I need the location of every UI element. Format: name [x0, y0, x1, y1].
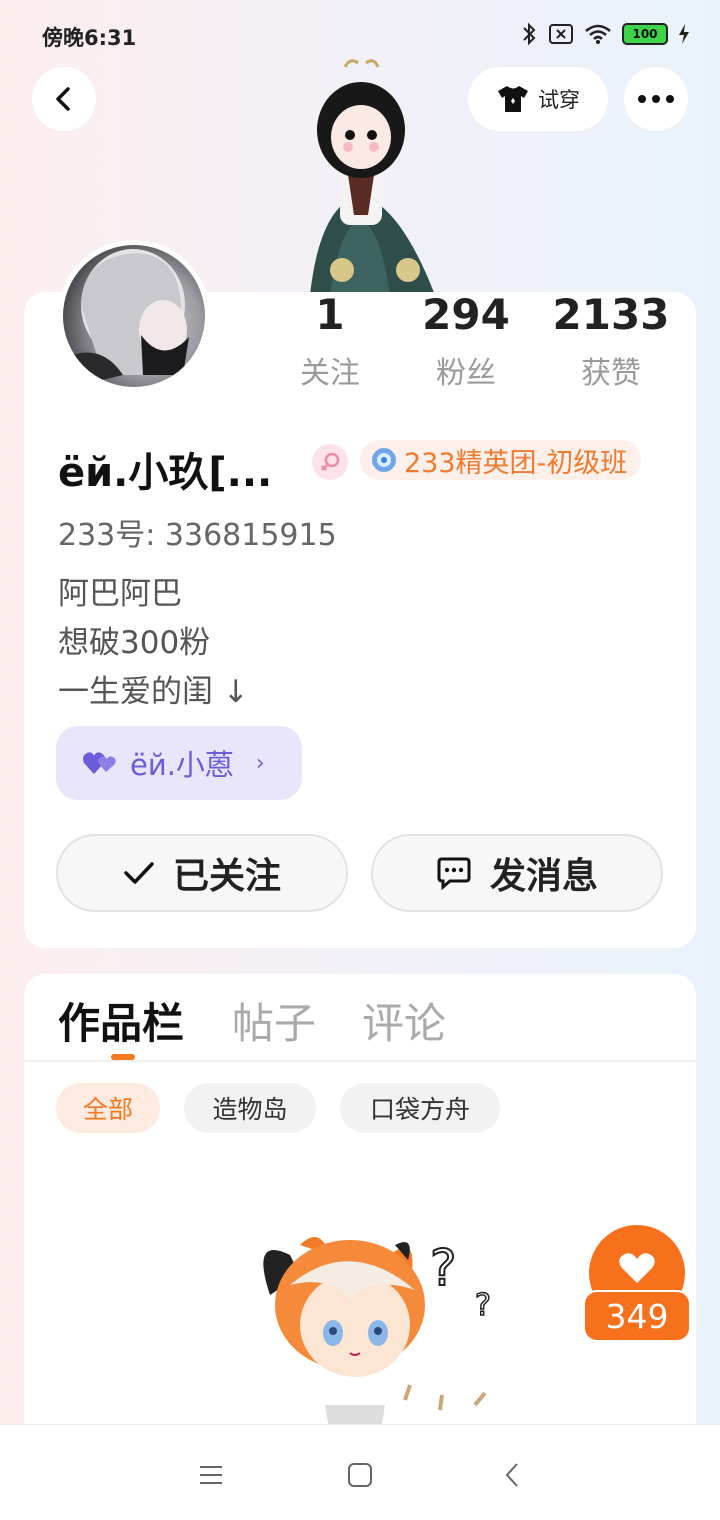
try-on-label: 试穿 — [538, 88, 580, 112]
bio-line: 一生爱的闺 ↓ — [58, 674, 249, 710]
sim-off-icon — [549, 24, 573, 44]
stat-likes[interactable]: 2133 获赞 — [541, 290, 681, 392]
chevron-right-icon: › — [255, 750, 265, 776]
stat-following[interactable]: 1 关注 — [260, 290, 400, 392]
checkmark-icon — [124, 862, 154, 884]
bff-link[interactable]: ёй.小蒽 › — [56, 726, 302, 800]
work-cover-image[interactable]: ? ? — [230, 1215, 520, 1435]
back-chevron-icon — [505, 1463, 518, 1487]
back-arrow-icon — [56, 87, 70, 111]
home-button[interactable] — [340, 1455, 380, 1495]
filter-creation-island[interactable]: 造物岛 — [184, 1083, 316, 1133]
avatar-character-image — [270, 55, 450, 295]
followed-label: 已关注 — [172, 856, 281, 897]
back-button[interactable] — [32, 67, 96, 131]
bluetooth-icon — [523, 22, 536, 46]
try-on-button[interactable]: 试穿 — [468, 67, 608, 131]
svg-text:?: ? — [475, 1288, 491, 1323]
stat-value: 294 — [422, 290, 510, 339]
profile-avatar[interactable] — [58, 240, 210, 392]
heart-icon — [619, 1253, 655, 1283]
stat-value: 1 — [315, 290, 345, 339]
stat-label: 关注 — [300, 356, 360, 391]
home-square-icon — [348, 1463, 372, 1487]
more-dots-icon — [638, 95, 674, 103]
charging-icon — [679, 24, 689, 44]
like-count: 349 — [583, 1290, 691, 1342]
medal-icon — [372, 448, 396, 472]
menu-icon — [200, 1466, 222, 1484]
badge-label: 233精英团-初级班 — [404, 447, 628, 479]
filter-pocket-ark[interactable]: 口袋方舟 — [340, 1083, 500, 1133]
svg-text:?: ? — [430, 1239, 457, 1297]
female-gender-icon — [312, 444, 348, 480]
bio-line: 想破300粉 — [58, 625, 211, 661]
more-button[interactable] — [624, 67, 688, 131]
bio-line: 阿巴阿巴 — [58, 576, 182, 612]
user-id: 233号: 336815915 — [58, 518, 337, 553]
stat-label: 粉丝 — [436, 356, 496, 391]
stat-label: 获赞 — [581, 356, 641, 391]
send-message-button[interactable]: 发消息 — [371, 834, 663, 912]
recents-button[interactable] — [191, 1455, 231, 1495]
battery-icon: 100 — [622, 23, 668, 45]
tshirt-icon — [498, 86, 528, 112]
bff-name: ёй.小蒽 — [130, 748, 234, 782]
stat-followers[interactable]: 294 粉丝 — [396, 290, 536, 392]
elite-badge[interactable]: 233精英团-初级班 — [360, 440, 642, 480]
wifi-icon — [585, 24, 611, 44]
stat-value: 2133 — [552, 290, 670, 339]
message-label: 发消息 — [489, 856, 598, 897]
profile-bio: 阿巴阿巴 想破300粉 一生爱的闺 ↓ — [58, 570, 249, 717]
tab-comments[interactable]: 评论 — [362, 990, 446, 1051]
chat-bubble-icon — [437, 857, 471, 890]
tab-divider — [24, 1060, 696, 1062]
system-nav-bar — [0, 1424, 720, 1520]
status-time: 傍晚6:31 — [42, 26, 137, 50]
tab-posts[interactable]: 帖子 — [232, 990, 316, 1051]
filter-all[interactable]: 全部 — [56, 1083, 160, 1133]
system-back-button[interactable] — [492, 1455, 532, 1495]
double-heart-icon — [83, 752, 116, 774]
followed-button[interactable]: 已关注 — [56, 834, 348, 912]
tab-works[interactable]: 作品栏 — [58, 990, 184, 1051]
profile-name: ёй.小玖[... — [58, 450, 273, 496]
